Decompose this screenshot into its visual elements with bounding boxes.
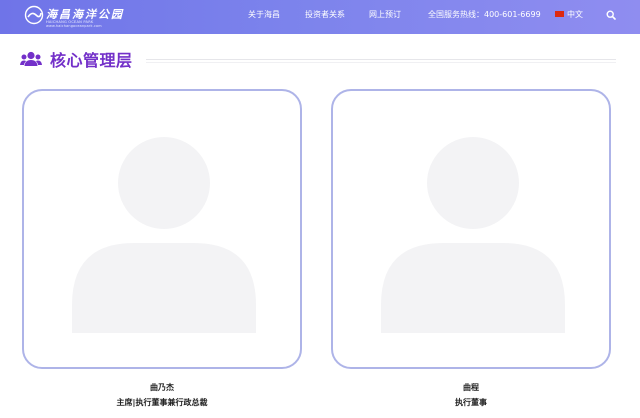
member-title: 主席|执行董事兼行政总裁 bbox=[116, 398, 208, 407]
language-switcher[interactable]: 中文 bbox=[555, 0, 583, 30]
site-logo[interactable]: 海昌海洋公园 HAICHANG OCEAN PARK www.haichango… bbox=[24, 4, 154, 30]
member-name: 曲乃杰 bbox=[150, 383, 174, 392]
china-flag-icon bbox=[555, 10, 564, 17]
users-icon bbox=[20, 51, 42, 66]
logo-url: www.haichangoceanpark.com bbox=[46, 24, 102, 28]
avatar-placeholder-icon bbox=[381, 137, 565, 333]
search-icon[interactable] bbox=[606, 10, 616, 20]
nav-about[interactable]: 关于海昌 bbox=[248, 0, 280, 30]
member-name: 曲程 bbox=[463, 383, 479, 392]
nav-online-booking[interactable]: 网上预订 bbox=[369, 0, 401, 30]
wave-logo-icon bbox=[24, 5, 44, 25]
member-card[interactable] bbox=[331, 89, 611, 369]
language-label: 中文 bbox=[567, 10, 583, 19]
top-nav-bar: 海昌海洋公园 HAICHANG OCEAN PARK www.haichango… bbox=[0, 0, 640, 34]
section-divider bbox=[146, 59, 616, 60]
avatar-placeholder-icon bbox=[72, 137, 256, 333]
service-hotline: 全国服务热线：400-601-6699 bbox=[428, 10, 541, 19]
member-card[interactable] bbox=[22, 89, 302, 369]
nav-investor-relations[interactable]: 投资者关系 bbox=[305, 0, 345, 30]
section-divider-secondary bbox=[146, 62, 616, 63]
member-title: 执行董事 bbox=[455, 398, 487, 407]
section-title: 核心管理层 bbox=[50, 51, 133, 70]
